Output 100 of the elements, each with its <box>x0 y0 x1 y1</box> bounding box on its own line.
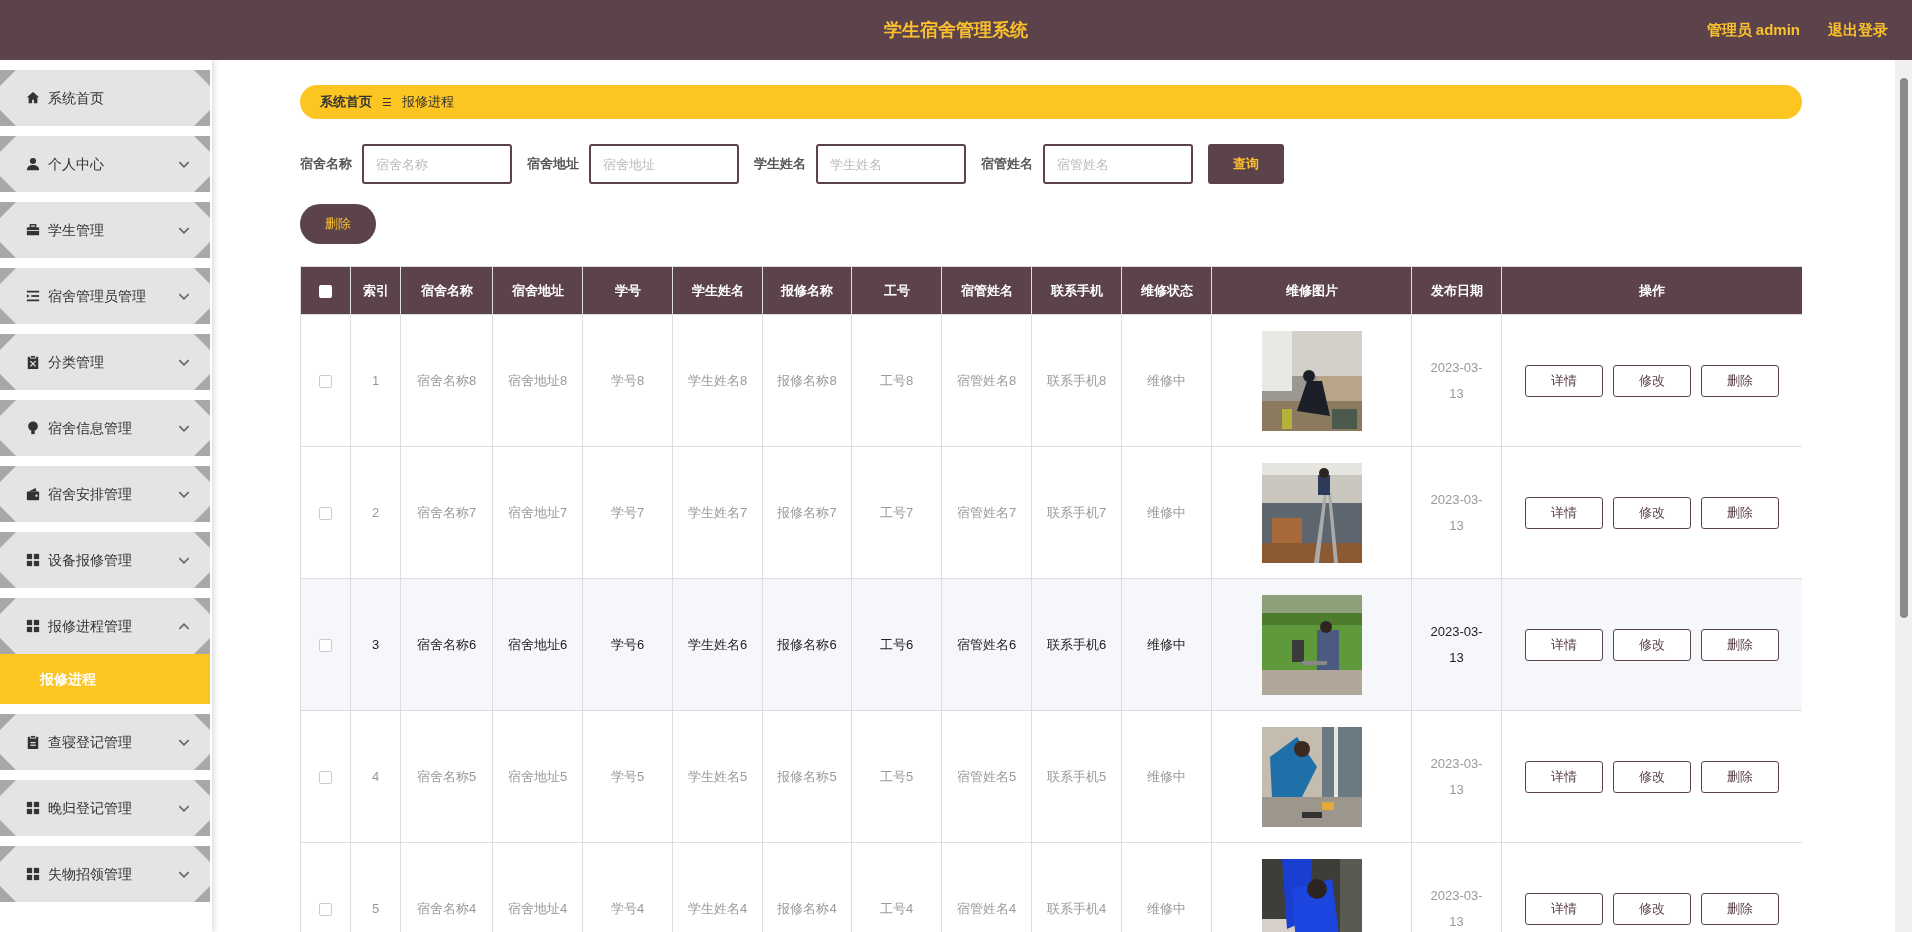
sidebar-label: 宿舍信息管理 <box>48 418 132 438</box>
action-button[interactable]: 详情 <box>1525 760 1603 793</box>
sidebar-item[interactable]: 系统首页 <box>0 70 210 126</box>
sidebar-label: 学生管理 <box>48 220 104 240</box>
table-cell: 学生姓名6 <box>672 578 763 711</box>
sidebar-item[interactable]: 宿舍管理员管理 <box>0 268 210 324</box>
action-button[interactable]: 详情 <box>1525 628 1603 661</box>
sidebar-label: 晚归登记管理 <box>48 798 132 818</box>
table-cell: 学号6 <box>582 578 673 711</box>
table-cell: 维修中 <box>1121 578 1212 711</box>
sidebar-item[interactable]: 查寝登记管理 <box>0 714 210 770</box>
sidebar-label: 宿舍管理员管理 <box>48 286 146 306</box>
user-icon <box>26 157 40 171</box>
column-header: 学号 <box>582 266 673 315</box>
clipboard-icon <box>26 735 40 749</box>
action-button[interactable]: 删除 <box>1701 628 1779 661</box>
table-cell: 工号5 <box>851 710 942 843</box>
user-label: 管理员 admin <box>1706 19 1800 40</box>
sidebar-item[interactable]: 分类管理 <box>0 334 210 390</box>
sidebar-item[interactable]: 宿舍信息管理 <box>0 400 210 456</box>
query-button[interactable]: 查询 <box>1208 144 1284 184</box>
action-button[interactable]: 删除 <box>1701 760 1779 793</box>
table-cell: 宿舍名称8 <box>400 314 493 447</box>
clipboard-icon <box>26 355 40 369</box>
action-button[interactable]: 修改 <box>1613 892 1691 925</box>
action-button[interactable]: 删除 <box>1701 364 1779 397</box>
table-cell: 报修名称8 <box>762 314 852 447</box>
app-title: 学生宿舍管理系统 <box>884 18 1028 42</box>
column-header: 工号 <box>851 266 942 315</box>
delete-button[interactable]: 删除 <box>300 204 376 244</box>
column-header: 宿管姓名 <box>941 266 1032 315</box>
field-label: 宿舍地址 <box>527 155 579 174</box>
briefcase-icon <box>26 223 40 237</box>
table-cell: 宿管姓名8 <box>941 314 1032 447</box>
sidebar-item[interactable]: 设备报修管理 <box>0 532 210 588</box>
table-cell: 报修名称7 <box>762 446 852 579</box>
action-button[interactable]: 修改 <box>1613 364 1691 397</box>
table-cell: 联系手机6 <box>1031 578 1122 711</box>
search-field[interactable]: 宿舍地址 <box>589 144 739 184</box>
sidebar-label: 查寝登记管理 <box>48 732 132 752</box>
table-cell: 学号5 <box>582 710 673 843</box>
logout-link[interactable]: 退出登录 <box>1828 18 1888 42</box>
breadcrumb-current: 报修进程 <box>402 93 454 112</box>
table-cell: 宿舍地址6 <box>492 578 583 711</box>
table-cell: 联系手机7 <box>1031 446 1122 579</box>
scrollbar[interactable] <box>1895 60 1912 932</box>
table-cell: 工号7 <box>851 446 942 579</box>
action-button[interactable]: 详情 <box>1525 496 1603 529</box>
sidebar-label: 宿舍安排管理 <box>48 484 132 504</box>
column-header: 维修图片 <box>1211 266 1412 315</box>
action-button[interactable]: 详情 <box>1525 364 1603 397</box>
search-field[interactable]: 宿舍名称 <box>362 144 512 184</box>
list-icon <box>26 289 40 303</box>
lightbulb-icon <box>26 421 40 435</box>
column-header: 维修状态 <box>1121 266 1212 315</box>
search-field[interactable]: 宿管姓名 <box>1043 144 1193 184</box>
table-cell: 2 <box>350 446 401 579</box>
table-cell: 学生姓名5 <box>672 710 763 843</box>
table-cell: 4 <box>350 710 401 843</box>
sidebar-item[interactable]: 报修进程管理 <box>0 598 210 654</box>
table-cell: 宿管姓名6 <box>941 578 1032 711</box>
table-cell: 学生姓名7 <box>672 446 763 579</box>
search-field[interactable]: 学生姓名 <box>816 144 966 184</box>
column-header: 操作 <box>1501 266 1802 315</box>
sidebar-item[interactable]: 宿舍安排管理 <box>0 466 210 522</box>
row-checkbox[interactable] <box>319 902 332 916</box>
action-button[interactable]: 删除 <box>1701 892 1779 925</box>
table-cell: 宿舍名称5 <box>400 710 493 843</box>
table-cell: 宿管姓名5 <box>941 710 1032 843</box>
sidebar-label: 分类管理 <box>48 352 104 372</box>
row-checkbox[interactable] <box>319 374 332 388</box>
action-button[interactable]: 详情 <box>1525 892 1603 925</box>
date-cell: 2023-03-13 <box>1411 314 1502 447</box>
column-header: 学生姓名 <box>672 266 763 315</box>
action-button[interactable]: 修改 <box>1613 496 1691 529</box>
row-checkbox[interactable] <box>319 506 332 520</box>
table-cell: 1 <box>350 314 401 447</box>
sidebar-item[interactable]: 晚归登记管理 <box>0 780 210 836</box>
table-cell: 报修名称5 <box>762 710 852 843</box>
field-label: 宿舍名称 <box>300 155 352 174</box>
table-cell: 工号6 <box>851 578 942 711</box>
column-header: 宿舍地址 <box>492 266 583 315</box>
action-button[interactable]: 修改 <box>1613 760 1691 793</box>
grid-icon <box>26 867 40 881</box>
sidebar-item[interactable]: 个人中心 <box>0 136 210 192</box>
date-cell: 2023-03-13 <box>1411 578 1502 711</box>
sidebar-item[interactable]: 失物招领管理 <box>0 846 210 902</box>
action-button[interactable]: 删除 <box>1701 496 1779 529</box>
table-cell: 3 <box>350 578 401 711</box>
table-cell: 联系手机8 <box>1031 314 1122 447</box>
breadcrumb-link[interactable]: 系统首页 <box>320 92 372 112</box>
table-cell: 宿舍地址8 <box>492 314 583 447</box>
select-all-checkbox[interactable] <box>319 284 332 298</box>
table-cell: 学号8 <box>582 314 673 447</box>
grid-icon <box>26 801 40 815</box>
breadcrumb-separator: ☰ <box>382 94 392 110</box>
row-checkbox[interactable] <box>319 770 332 784</box>
action-button[interactable]: 修改 <box>1613 628 1691 661</box>
sidebar-item[interactable]: 学生管理 <box>0 202 210 258</box>
row-checkbox[interactable] <box>319 638 332 652</box>
